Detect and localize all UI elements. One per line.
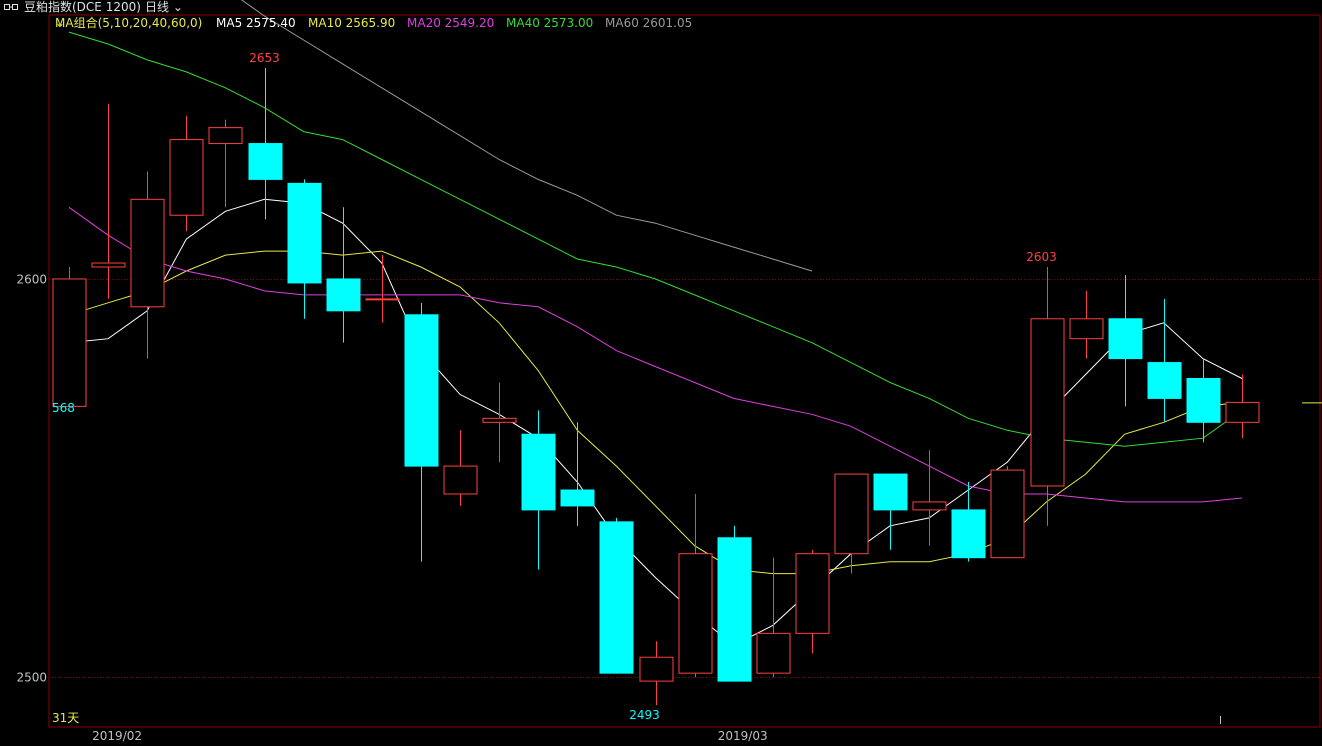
candle-body-up (1030, 318, 1065, 487)
candle-body-down (1186, 378, 1221, 423)
candlestick-chart[interactable]: 2500 2600 2019/02 2019/03 2653 2603 2493 568 31天 (0, 0, 1322, 746)
ma-group-label: MA组合(5,10,20,40,60,0) (55, 16, 203, 30)
candle-body-down (717, 537, 752, 682)
y-tick-label: 2600 (16, 273, 47, 287)
candle-body-up (990, 469, 1025, 559)
candle-body-up (1225, 401, 1260, 423)
low-annotation: 2493 (629, 708, 660, 722)
x-tick-label: 2019/03 (718, 729, 768, 743)
x-tick-label: 2019/02 (92, 729, 142, 743)
ma40-legend: MA40 2573.00 (506, 16, 594, 30)
candle-body-up (208, 127, 243, 145)
candle-body-down (521, 433, 556, 511)
candle-body-up (912, 501, 947, 511)
candle-body-down (599, 521, 634, 674)
ma5-legend: MA5 2575.40 (216, 16, 296, 30)
candle-body-up (1069, 318, 1104, 340)
ma5-line (68, 198, 1243, 646)
ma10-legend: MA10 2565.90 (308, 16, 396, 30)
left-value-annotation: 568 (52, 401, 75, 415)
bar-count-label: 31天 (52, 711, 79, 725)
candle-body-up (639, 656, 674, 682)
candle-body-up (91, 262, 126, 268)
ma60-line (240, 0, 813, 272)
high-annotation: 2653 (249, 51, 280, 65)
candle-body-down (873, 473, 908, 511)
candle-body-down (326, 278, 361, 312)
candle-body-up (482, 417, 517, 423)
candle-body-up (130, 198, 165, 308)
candle-body-down (287, 182, 322, 284)
chevron-down-icon: ⌄ (55, 16, 66, 30)
ma60-legend: MA60 2601.05 (605, 16, 693, 30)
candle-body-up (795, 553, 830, 634)
ma10-line (68, 250, 1243, 575)
candle-body-down (560, 489, 595, 507)
candle-body-up (169, 139, 204, 216)
candle-body-up (756, 632, 791, 674)
candle-body-up (443, 465, 478, 495)
candle-body-up (834, 473, 869, 555)
candle-body-down (1147, 362, 1182, 399)
candle-body-down (1108, 318, 1143, 360)
candle-body-down (951, 509, 986, 559)
recent-high-annotation: 2603 (1026, 250, 1057, 264)
y-tick-label: 2500 (16, 671, 47, 685)
candle-body-up (678, 553, 713, 674)
ma40-line (68, 31, 1243, 447)
candle-body-up (365, 298, 400, 301)
ma20-legend: MA20 2549.20 (407, 16, 495, 30)
ma20-line (68, 206, 1243, 503)
candle-body-down (248, 143, 283, 180)
ma-legend: MA组合(5,10,20,40,60,0) ⌄ MA5 2575.40 MA10 … (0, 16, 1322, 30)
candle-body-down (404, 314, 439, 467)
candle-body-up (52, 278, 87, 407)
